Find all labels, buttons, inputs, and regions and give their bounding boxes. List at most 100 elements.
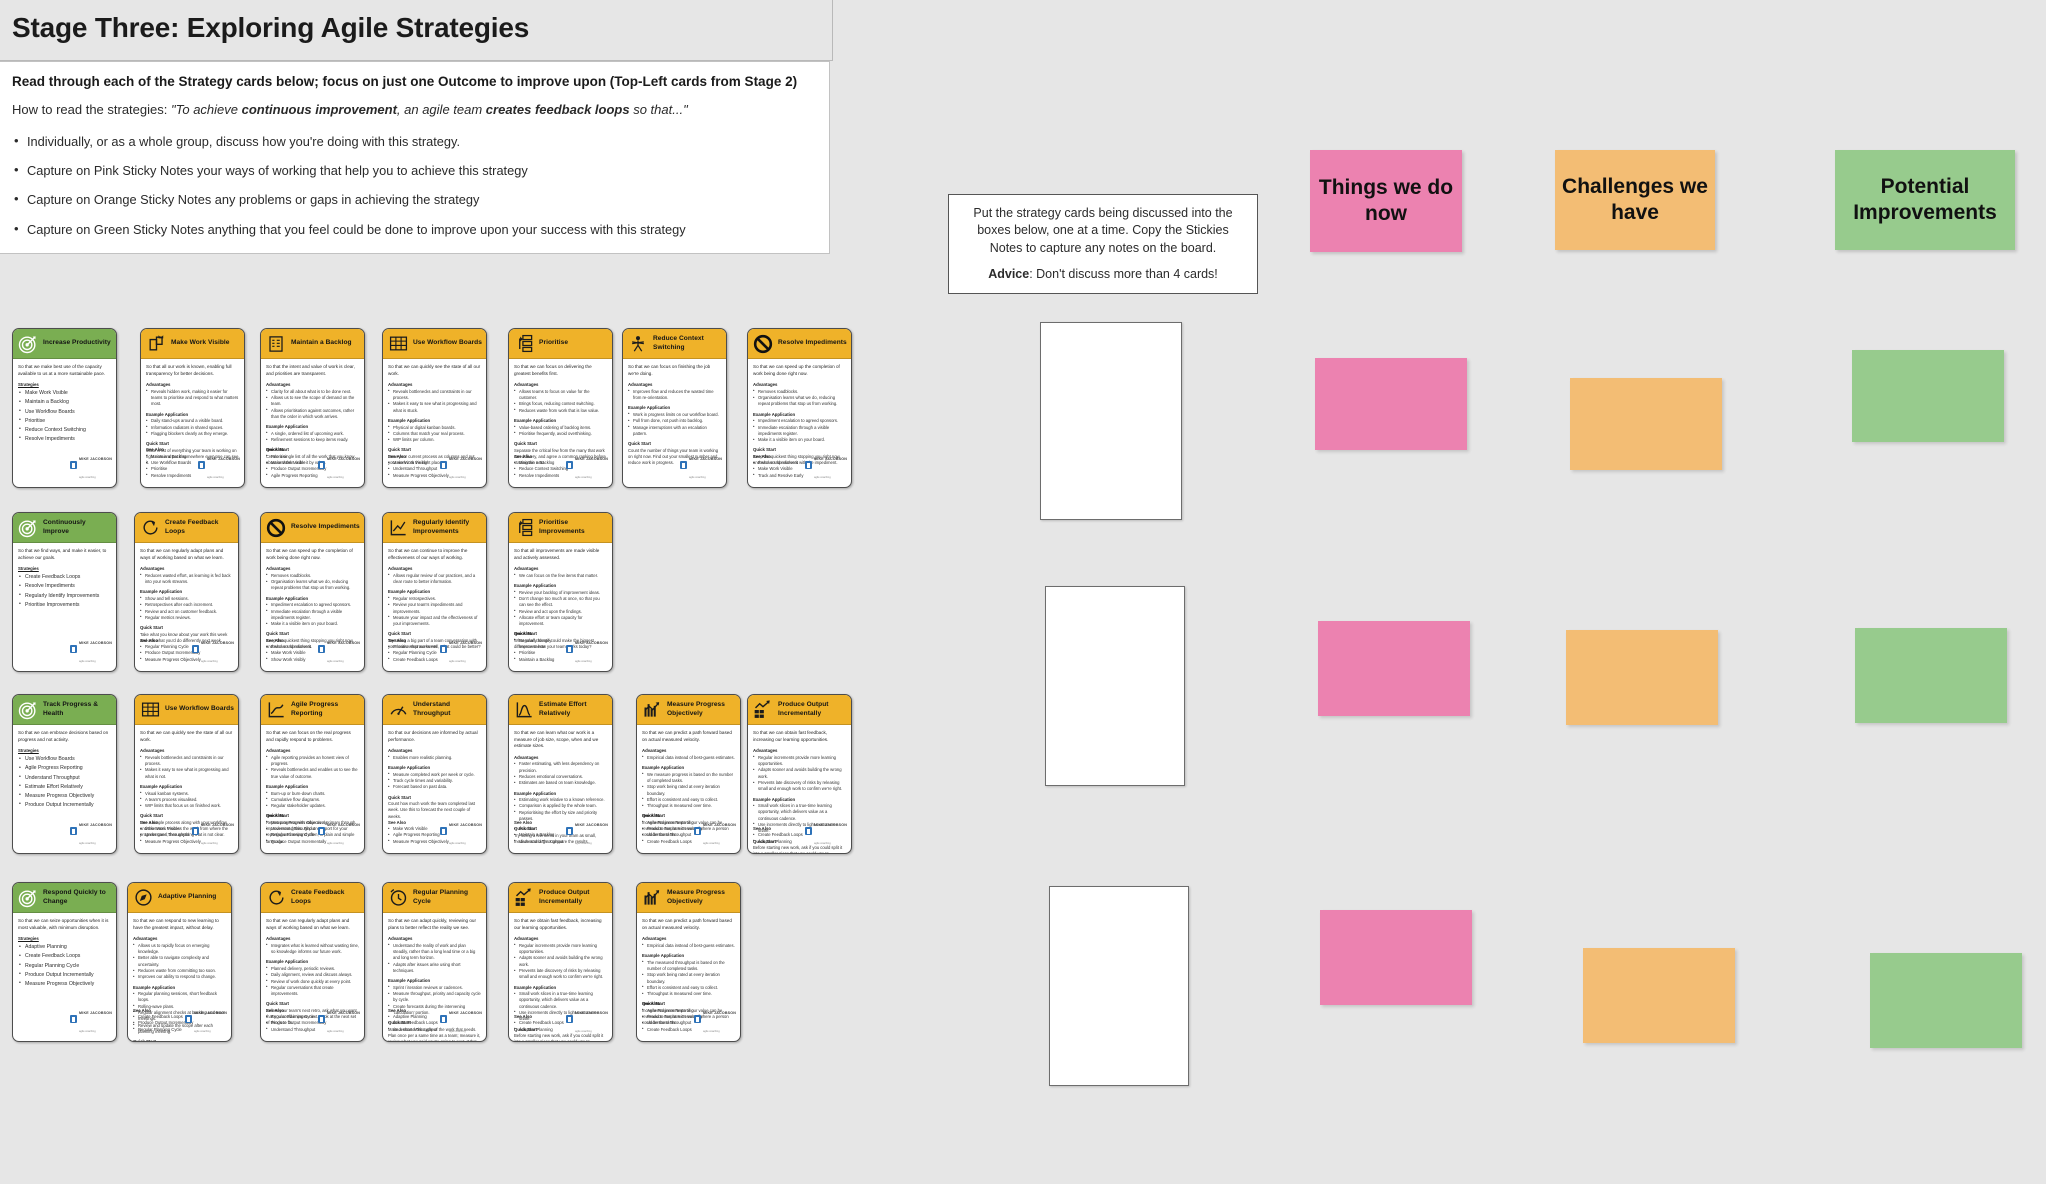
card-title: Measure Progress Objectively (667, 889, 725, 905)
card-intro: So that we can seize opportunities when … (18, 918, 109, 930)
card-advantages-list: Reveals bottlenecks and constraints in o… (140, 754, 233, 780)
strategy-card[interactable]: Continuously Improve So that we find ways… (12, 512, 117, 672)
card-footer-sub: agile coaching (79, 1030, 96, 1033)
card-advantages-list: Clarity for all about what is to be done… (266, 388, 359, 420)
card-strategy-item: Resolve Impediments (18, 434, 111, 444)
strategy-card[interactable]: Measure Progress Objectively So that we c… (636, 694, 741, 854)
card-footer-sub: agile coaching (327, 842, 344, 845)
card-header: Increase Productivity (13, 329, 116, 359)
column-header-note[interactable]: Things we do now (1310, 150, 1462, 252)
sticky-note-orange[interactable] (1583, 948, 1735, 1043)
card-strategy-list: Make Work VisibleMaintain a BacklogUse W… (18, 389, 111, 444)
sticky-note-green[interactable] (1870, 953, 2022, 1048)
advice-main-text: Put the strategy cards being discussed i… (973, 205, 1233, 255)
card-section-heading: Example Application (266, 959, 309, 965)
card-footer-brand: MIKE JACOBSON (449, 823, 482, 827)
card-title: Measure Progress Objectively (667, 701, 725, 717)
card-section-heading: Example Application (642, 953, 685, 959)
sticky-note-orange[interactable] (1566, 630, 1718, 725)
increment-icon (513, 887, 535, 909)
card-section-heading: Advantages (642, 748, 667, 754)
strategy-card[interactable]: Maintain a Backlog So that the intent and… (260, 328, 365, 488)
card-footer-logo: MIKE JACOBSON agile coaching (566, 813, 608, 849)
strategy-card[interactable]: Produce Output Incrementally So that we o… (508, 882, 613, 1042)
card-footer-logo: MIKE JACOBSON agile coaching (805, 813, 847, 849)
strategy-card[interactable]: Produce Output Incrementally So that we c… (747, 694, 852, 854)
target-icon (17, 699, 39, 721)
card-footer-sub: agile coaching (79, 842, 96, 845)
card-body: So that we can respond to new learning t… (128, 913, 231, 1041)
instruction-bullet: Capture on Green Sticky Notes anything t… (12, 221, 815, 237)
card-section-heading: Advantages (514, 936, 539, 942)
card-footer-sub: agile coaching (79, 660, 96, 663)
strategy-card[interactable]: Understand Throughput So that our decisio… (382, 694, 487, 854)
strategy-card[interactable]: Create Feedback Loops So that we can regu… (260, 882, 365, 1042)
strategy-card[interactable]: Respond Quickly to Change So that we can … (12, 882, 117, 1042)
sticky-note-green[interactable] (1852, 350, 2004, 442)
card-advantages-list: Empirical data instead of best-guess est… (642, 754, 735, 761)
card-header: Resolve Impediments (261, 513, 364, 543)
strategy-card[interactable]: Prioritise So that we can focus on delive… (508, 328, 613, 488)
card-footer-sub: agile coaching (327, 476, 344, 479)
card-advantages-list: Understand the reality of work and plan … (388, 942, 481, 974)
column-header-label: Potential Improvements (1853, 174, 1997, 224)
card-footer-brand: MIKE JACOBSON (327, 823, 360, 827)
card-dropzone[interactable] (1049, 886, 1189, 1086)
card-footer-brand: MIKE JACOBSON (449, 1011, 482, 1015)
sticky-note-orange[interactable] (1570, 378, 1722, 470)
column-header-note[interactable]: Challenges we have (1555, 150, 1715, 250)
card-example-item: Prioritise frequently, avoid overthinkin… (514, 430, 607, 437)
card-intro: So that our decisions are informed by ac… (388, 730, 478, 742)
card-strategy-list: Use Workflow BoardsAgile Progress Report… (18, 755, 111, 810)
strategy-card[interactable]: Prioritise Improvements So that all impro… (508, 512, 613, 672)
brand-logo-icon (694, 827, 702, 835)
strategy-card[interactable]: Create Feedback Loops So that we can regu… (134, 512, 239, 672)
sticky-note-pink[interactable] (1318, 621, 1470, 716)
sticky-note-pink[interactable] (1320, 910, 1472, 1005)
strategy-card[interactable]: Adaptive Planning So that we can respond … (127, 882, 232, 1042)
card-example-item: WIP limits per column. (388, 437, 481, 444)
card-advantage-item: Prevents late discovery of risks by rele… (753, 780, 846, 793)
strategy-card[interactable]: Resolve Impediments So that we can speed … (260, 512, 365, 672)
card-title: Make Work Visible (171, 339, 230, 347)
board-icon (387, 333, 409, 355)
card-section-heading: Example Application (146, 411, 189, 417)
brand-logo-icon (566, 1015, 574, 1023)
card-intro: So that all our work is known, enabling … (146, 364, 232, 376)
strategy-card[interactable]: Use Workflow Boards So that we can quickl… (382, 328, 487, 488)
brand-logo-icon (805, 461, 813, 469)
how-bold-1: continuous improvement (241, 102, 397, 118)
sticky-note-green[interactable] (1855, 628, 2007, 723)
loop-icon (265, 887, 287, 909)
strategy-card[interactable]: Resolve Impediments So that we can speed … (747, 328, 852, 488)
card-footer-logo: MIKE JACOBSON agile coaching (185, 1001, 227, 1037)
card-strategy-item: Create Feedback Loops (18, 573, 111, 582)
strategy-card[interactable]: Increase Productivity So that we make bes… (12, 328, 117, 488)
card-footer-logo: MIKE JACOBSON agile coaching (318, 1001, 360, 1037)
card-footer-sub: agile coaching (814, 842, 831, 845)
strategy-card[interactable]: Agile Progress Reporting So that we can f… (260, 694, 365, 854)
target-icon (17, 333, 39, 355)
card-intro: So that we can embrace decisions based o… (18, 730, 109, 742)
card-dropzone[interactable] (1045, 586, 1185, 786)
card-title: Create Feedback Loops (165, 519, 219, 535)
column-header-note[interactable]: Potential Improvements (1835, 150, 2015, 250)
sticky-note-pink[interactable] (1315, 358, 1467, 450)
card-dropzone[interactable] (1040, 322, 1182, 520)
strategy-card[interactable]: Regular Planning Cycle So that we can ada… (382, 882, 487, 1042)
strategy-card[interactable]: Measure Progress Objectively So that we c… (636, 882, 741, 1042)
strategy-card[interactable]: Use Workflow Boards So that we can quickl… (134, 694, 239, 854)
strategy-card[interactable]: Make Work Visible So that all our work is… (140, 328, 245, 488)
card-header: Maintain a Backlog (261, 329, 364, 359)
strategy-card[interactable]: Track Progress & Health So that we can em… (12, 694, 117, 854)
how-bold-2: creates feedback loops (485, 102, 630, 118)
card-footer-brand: MIKE JACOBSON (575, 823, 608, 827)
card-section-heading: Advantages (388, 748, 413, 754)
card-advantage-item: Enables more realistic planning. (388, 754, 481, 761)
how-quote-3: so that..." (629, 102, 688, 118)
strategy-card[interactable]: Reduce Context Switching So that we can f… (622, 328, 727, 488)
strategy-card[interactable]: Estimate Effort Relatively So that we can… (508, 694, 613, 854)
card-advantage-item: Prevents late discovery of risks by rele… (514, 968, 607, 981)
strategy-card[interactable]: Regularly Identify Improvements So that w… (382, 512, 487, 672)
card-footer-brand: MIKE JACOBSON (201, 823, 234, 827)
